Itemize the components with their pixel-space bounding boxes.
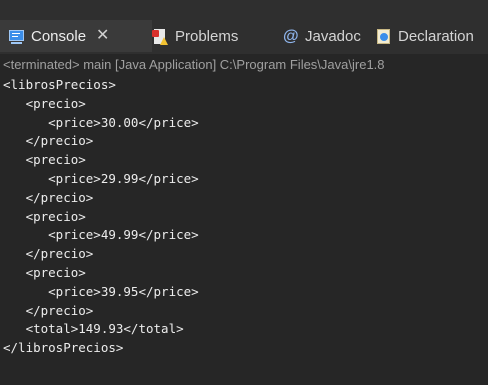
console-output-line: </precio> [3,302,94,318]
console-output-line: </librosPrecios> [3,340,124,356]
console-output-line: <price>39.95</price> [3,283,199,299]
tab-declaration-label: Declaration [398,27,474,45]
tab-javadoc[interactable]: @ Javadoc [282,22,361,50]
console-output-line: <price>49.99</price> [3,227,199,243]
declaration-icon [375,28,392,45]
console-output-line: <precio> [3,208,86,224]
console-output-line: <total>149.93</total> [3,321,184,337]
tab-javadoc-label: Javadoc [305,27,361,45]
process-status-line: <terminated> main [Java Application] C:\… [0,54,488,76]
console-output-line: <price>29.99</price> [3,170,199,186]
tab-declaration[interactable]: Declaration [375,22,474,50]
close-icon[interactable]: ✕ [96,28,109,44]
console-output-line: <librosPrecios> [3,77,116,92]
console-output-line: </precio> [3,246,94,262]
console-output-line: <precio> [3,264,86,280]
console-output-line: </precio> [3,133,94,149]
console-output-line: <precio> [3,95,86,111]
console-output[interactable]: <librosPrecios> <precio> <price>30.00</p… [0,76,488,385]
console-icon [8,28,25,45]
console-output-line: <precio> [3,152,86,168]
console-output-line: <price>30.00</price> [3,114,199,130]
javadoc-icon: @ [282,27,299,45]
console-view: Console ✕ Problems @ Javadoc Declaration… [0,0,488,385]
tab-problems-label: Problems [175,27,239,45]
tab-problems[interactable]: Problems [152,22,238,50]
console-output-line: </precio> [3,189,94,205]
problems-icon [152,28,169,45]
tab-console[interactable]: Console ✕ [0,20,152,52]
tab-console-label: Console [31,27,87,45]
view-tab-bar: Console ✕ Problems @ Javadoc Declaration [0,0,488,54]
